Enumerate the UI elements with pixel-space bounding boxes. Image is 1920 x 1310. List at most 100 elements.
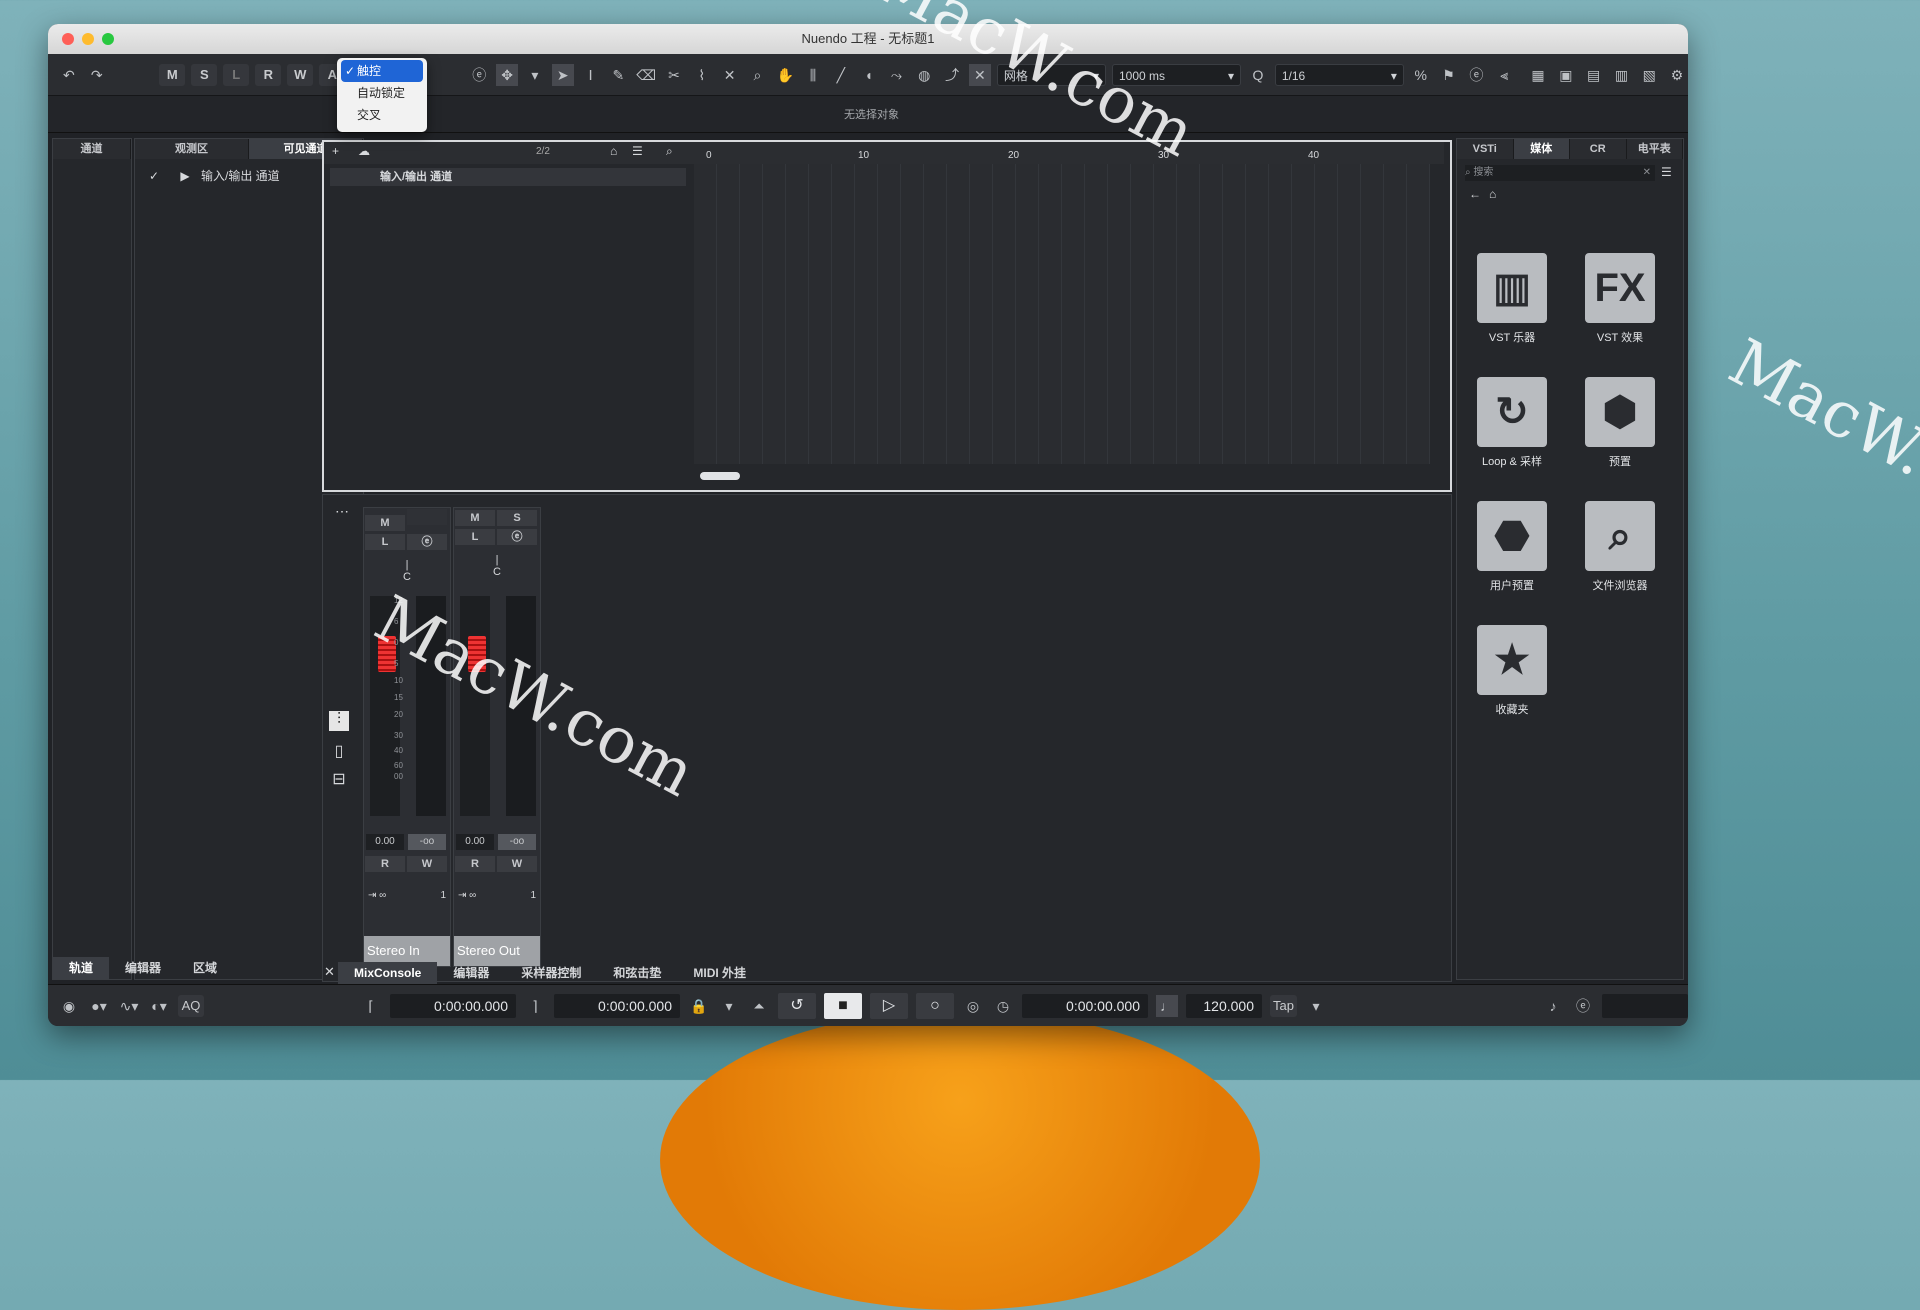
tab-chord-pads[interactable]: 和弦击垫 <box>597 962 677 984</box>
tab-vsti[interactable]: VSTi <box>1457 139 1514 159</box>
clock-icon[interactable]: ◷ <box>992 995 1014 1017</box>
read-automation-button[interactable]: R <box>255 63 282 86</box>
home-icon[interactable]: ⌂ <box>610 144 617 158</box>
tap-button[interactable]: Tap <box>1270 994 1297 1017</box>
read-button[interactable]: R <box>365 856 405 872</box>
right-locator-icon[interactable]: ⌉ <box>524 995 546 1017</box>
menu-item-autolatch[interactable]: 自动锁定 <box>337 82 427 104</box>
listen-button[interactable]: L <box>223 63 250 86</box>
constrain-delay-icon[interactable]: ⓔ <box>468 64 490 86</box>
grid-type-dropdown[interactable]: 网格 ▾ <box>996 63 1106 86</box>
home-icon[interactable]: ⌂ <box>1489 187 1496 201</box>
play-tool-icon[interactable]: ◖ <box>858 64 880 86</box>
menu-item-crossover[interactable]: 交叉 <box>337 104 427 126</box>
listen-button[interactable]: L <box>455 529 495 545</box>
edit-mode-icon[interactable]: ✥ <box>496 63 518 86</box>
warp-tool-icon[interactable]: ⤳ <box>886 64 908 86</box>
expand-icon[interactable]: ▶ <box>180 169 189 183</box>
tab-tracks[interactable]: 轨道 <box>53 957 110 979</box>
event-display[interactable] <box>694 164 1430 464</box>
glue-tool-icon[interactable]: ⌇ <box>691 64 713 86</box>
mute-all-button[interactable]: M <box>159 63 186 86</box>
media-loops-samples[interactable]: ↻ Loop & 采样 <box>1467 377 1557 469</box>
erase-tool-icon[interactable]: ⌫ <box>635 64 657 86</box>
record-button[interactable]: ○ <box>916 992 954 1019</box>
auto-fades-icon[interactable]: ⤴ <box>941 64 963 86</box>
write-automation-button[interactable]: W <box>287 63 314 86</box>
ruler[interactable]: 0 10 20 30 40 <box>694 142 1444 164</box>
list-view-icon[interactable]: ☰ <box>1661 165 1672 179</box>
undo-icon[interactable]: ↶ <box>58 64 80 86</box>
solo-button[interactable]: S <box>497 510 537 526</box>
tab-channel[interactable]: 通道 <box>53 139 131 159</box>
punch-in-icon[interactable]: ▾ <box>718 995 740 1017</box>
snap-icon[interactable]: ✕ <box>969 63 991 86</box>
chevron-down-icon[interactable]: ▾ <box>524 64 546 86</box>
tab-editor-left[interactable]: 编辑器 <box>109 957 177 979</box>
add-track-icon[interactable]: + <box>332 144 339 158</box>
edit-channel-icon[interactable]: ⓔ <box>497 529 537 545</box>
play-button[interactable]: ▷ <box>870 992 908 1019</box>
mute-button[interactable]: M <box>365 515 405 531</box>
media-user-presets[interactable]: ⬣ 用户预置 <box>1467 501 1557 593</box>
mute-button[interactable]: M <box>455 510 495 526</box>
folder-icon[interactable]: ☁ <box>358 144 370 158</box>
zoom-window-button[interactable] <box>102 33 114 45</box>
quantize-icon[interactable]: Q <box>1247 64 1269 86</box>
tab-control-room[interactable]: CR <box>1570 139 1627 159</box>
click-icon[interactable]: ♪ <box>1542 995 1564 1017</box>
chevron-down-icon[interactable]: ▾ <box>1305 995 1327 1017</box>
tab-media[interactable]: 媒体 <box>1513 139 1570 159</box>
close-window-button[interactable] <box>62 33 74 45</box>
fader-view-icon[interactable]: ⫶ <box>329 711 349 731</box>
upper-zone-toggle-icon[interactable]: ▤ <box>1583 64 1605 86</box>
routing-row[interactable]: ⇥ ∞ 1 <box>368 890 446 901</box>
minimize-window-button[interactable] <box>82 33 94 45</box>
media-vst-instruments[interactable]: ▥ VST 乐器 <box>1467 253 1557 345</box>
redo-icon[interactable]: ↷ <box>86 64 108 86</box>
tab-midi-remote[interactable]: MIDI 外挂 <box>677 962 762 984</box>
nudge-dropdown[interactable]: 1000 ms ▾ <box>1112 63 1242 86</box>
pan-control[interactable]: | C <box>364 559 450 583</box>
edit-channel-icon[interactable]: ⓔ <box>407 534 447 550</box>
write-button[interactable]: W <box>407 856 447 872</box>
search-field[interactable]: ⌕ 搜索 ✕ <box>1465 165 1655 181</box>
activity-icon[interactable]: ◉ <box>58 995 80 1017</box>
lock-icon[interactable]: 🔒 <box>688 995 710 1017</box>
split-tool-icon[interactable]: ✂ <box>663 64 685 86</box>
iterative-quantize-icon[interactable]: % <box>1410 64 1432 86</box>
hand-tool-icon[interactable]: ✋ <box>774 64 796 86</box>
ext-sync-icon[interactable]: ⓔ <box>1465 64 1487 86</box>
ext-icon[interactable]: ⓔ <box>1572 995 1594 1017</box>
tab-meter[interactable]: 电平表 <box>1626 139 1683 159</box>
solo-button[interactable] <box>407 509 447 525</box>
search-icon[interactable]: ⌕ <box>666 144 673 159</box>
audio-performance-icon[interactable]: ∿▾ <box>118 995 140 1017</box>
pan-control[interactable]: | C <box>454 554 540 578</box>
metronome-icon[interactable]: ♩ <box>1156 994 1178 1017</box>
line-tool-icon[interactable]: ╱ <box>830 64 852 86</box>
tab-zones[interactable]: 区域 <box>177 957 233 979</box>
keyboard-icon[interactable]: ▦ <box>1527 64 1549 86</box>
draw-tool-icon[interactable]: ✎ <box>607 64 629 86</box>
position-time[interactable]: 0:00:00.000 <box>1022 993 1148 1018</box>
listen-button[interactable]: L <box>365 534 405 550</box>
sync-icon[interactable]: ◐▾ <box>148 995 170 1017</box>
clear-search-icon[interactable]: ✕ <box>1643 165 1655 181</box>
media-favorites[interactable]: ★ 收藏夹 <box>1467 625 1557 717</box>
align-icon[interactable]: ⫷ <box>1493 64 1515 86</box>
tempo-value[interactable]: 120.000 <box>1186 993 1262 1018</box>
tab-editor[interactable]: 编辑器 <box>437 962 505 984</box>
right-zone-toggle-icon[interactable]: ▧ <box>1638 64 1660 86</box>
more-options-icon[interactable]: ⋯ <box>335 503 349 520</box>
media-file-browser[interactable]: ⌕ 文件浏览器 <box>1575 501 1665 593</box>
media-presets[interactable]: ⬢ 预置 <box>1575 377 1665 469</box>
visibility-list-item[interactable]: ✓ ▶ 输入/输出 通道 <box>149 167 280 184</box>
setup-icon[interactable]: ⚙ <box>1666 64 1688 86</box>
list-icon[interactable]: ☰ <box>632 144 643 158</box>
aq-button[interactable]: AQ <box>178 994 204 1017</box>
record-mode-icon[interactable]: ●▾ <box>88 995 110 1017</box>
quantize-dropdown[interactable]: 1/16 ▾ <box>1274 63 1404 86</box>
volume-value[interactable]: 0.00 <box>456 834 494 850</box>
tab-inspector-view[interactable]: 观测区 <box>135 139 249 159</box>
